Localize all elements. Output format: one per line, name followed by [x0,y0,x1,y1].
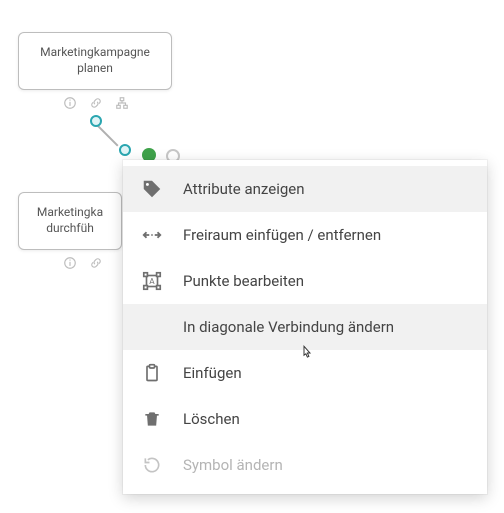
menu-item-label: Punkte bearbeiten [183,272,304,290]
node-exec-campaign[interactable]: Marketingka durchfüh [18,192,122,250]
node-label: Marketingkampagne planen [23,45,167,76]
link-icon[interactable] [89,96,103,110]
menu-item-paste[interactable]: Einfügen [123,350,487,396]
menu-item-diagonal[interactable]: In diagonale Verbindung ändern [123,304,487,350]
node-plan-campaign[interactable]: Marketingkampagne planen [18,32,172,90]
tag-icon [141,178,163,200]
expand-horizontal-icon [141,224,163,246]
context-menu: Attribute anzeigen Freiraum einfügen / e… [123,160,487,494]
undo-icon [141,454,163,476]
menu-item-label: Freiraum einfügen / entfernen [183,226,381,244]
link-icon[interactable] [89,256,103,270]
blank-icon [141,316,163,338]
connection-edge[interactable] [97,125,118,146]
menu-item-label: Einfügen [183,364,242,382]
edit-points-icon: A [141,270,163,292]
menu-item-label: Löschen [183,410,240,428]
diagram-canvas[interactable]: Marketingkampagne planen Marketingka dur… [0,0,504,513]
hierarchy-icon[interactable] [115,96,129,110]
info-icon[interactable] [63,96,77,110]
menu-item-label: Attribute anzeigen [183,180,305,198]
menu-item-change-symbol: Symbol ändern [123,442,487,488]
connection-handle-end[interactable] [119,144,131,156]
connection-handle-start[interactable] [90,115,102,127]
menu-item-delete[interactable]: Löschen [123,396,487,442]
svg-text:A: A [149,277,155,287]
menu-item-label: Symbol ändern [183,456,283,474]
info-icon[interactable] [63,256,77,270]
node-label: Marketingka durchfüh [23,205,117,236]
clipboard-icon [141,362,163,384]
node-tools-row [63,96,129,110]
menu-item-attributes[interactable]: Attribute anzeigen [123,166,487,212]
menu-item-edit-points[interactable]: A Punkte bearbeiten [123,258,487,304]
menu-item-label: In diagonale Verbindung ändern [183,318,394,336]
trash-icon [141,408,163,430]
node-tools-row [63,256,103,270]
menu-item-freespace[interactable]: Freiraum einfügen / entfernen [123,212,487,258]
